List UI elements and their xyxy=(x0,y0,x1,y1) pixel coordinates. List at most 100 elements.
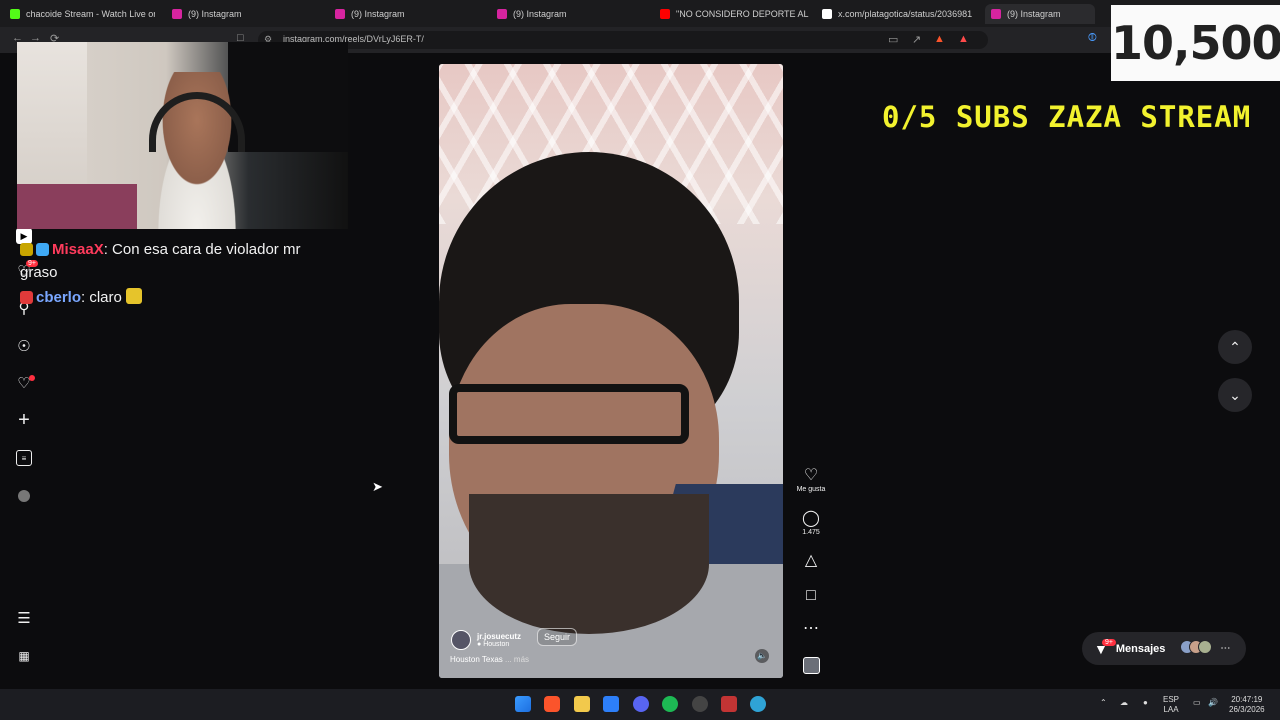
messages-badge: 9+ xyxy=(1102,639,1116,646)
address-bar[interactable]: ⚙ instagram.com/reels/DVrLyJ6ER-T/ ▭ ↗ ▲… xyxy=(258,31,988,49)
chat-message: MisaaX: Con esa cara de violador mr gras… xyxy=(20,238,340,284)
audio-thumbnail[interactable] xyxy=(803,657,820,674)
ccleaner-icon[interactable] xyxy=(750,696,766,712)
previous-reel-button[interactable]: ⌃ xyxy=(1218,330,1252,364)
tab-title: (9) Instagram xyxy=(188,9,242,19)
like-button[interactable]: ♡ Me gusta xyxy=(795,467,827,493)
tab-favicon-icon xyxy=(335,9,345,19)
stream-chat: MisaaX: Con esa cara de violador mr gras… xyxy=(20,238,340,311)
streamer-webcam xyxy=(17,42,348,229)
menu-icon[interactable]: ☰ xyxy=(16,610,32,627)
tab-title: (9) Instagram xyxy=(1007,9,1061,19)
tab-favicon-icon xyxy=(660,9,670,19)
tab-title: (9) Instagram xyxy=(351,9,405,19)
chat-username[interactable]: MisaaX xyxy=(52,241,104,258)
clock-date: 26/3/2026 xyxy=(1229,705,1265,714)
browser-tab-bar: chacoide Stream - Watch Live on (9) Insta… xyxy=(0,0,1280,27)
browser-tab[interactable]: "NO CONSIDERO DEPORTE AL BOXE xyxy=(660,4,810,24)
browser-tab[interactable]: (9) Instagram xyxy=(985,4,1095,24)
subs-goal-banner: 0/5 SUBS ZAZA STREAM xyxy=(882,100,1252,134)
share-icon[interactable]: ↗ xyxy=(912,33,921,46)
chat-message: cberlo: claro xyxy=(20,286,340,309)
discord-icon[interactable] xyxy=(633,696,649,712)
comment-button[interactable]: ◯ 1.475 xyxy=(795,510,827,536)
explore-icon[interactable]: ☉ xyxy=(16,338,32,355)
file-explorer-icon[interactable] xyxy=(574,696,590,712)
browser-tab[interactable]: (9) Instagram xyxy=(172,4,312,24)
browser-tab[interactable]: (9) Instagram xyxy=(497,4,637,24)
spotify-icon[interactable] xyxy=(662,696,678,712)
brave-browser-icon[interactable] xyxy=(544,696,560,712)
brave-shield-icon[interactable]: ▲ xyxy=(934,33,945,45)
chat-username[interactable]: cberlo xyxy=(36,289,81,306)
dashboard-icon[interactable]: ≡ xyxy=(16,450,32,466)
emote-icon xyxy=(126,288,143,304)
tab-favicon-icon xyxy=(822,9,832,19)
microphone-icon[interactable]: ● xyxy=(1143,698,1148,708)
reel-username[interactable]: jr.josuecutz xyxy=(477,632,521,641)
reel-video[interactable]: jr.josuecutz ● Houston Seguir Houston Te… xyxy=(439,64,783,678)
save-button[interactable]: □ xyxy=(795,587,827,605)
tab-title: x.com/platagotica/status/20369811 xyxy=(838,9,972,19)
messages-label: Mensajes xyxy=(1115,642,1166,655)
heart-icon: ♡ xyxy=(803,467,819,484)
chat-badge-icon xyxy=(20,243,33,256)
profile-avatar[interactable] xyxy=(16,488,32,504)
windows-start-icon[interactable] xyxy=(515,696,531,712)
reel-subject-glasses xyxy=(449,384,689,444)
clock-time: 20:47:19 xyxy=(1231,695,1263,704)
language-indicator[interactable]: ESP LAA xyxy=(1163,695,1179,715)
extension-icon[interactable]: ⦷ xyxy=(1088,32,1097,45)
tab-title: chacoide Stream - Watch Live on xyxy=(26,9,155,19)
tab-title: "NO CONSIDERO DEPORTE AL BOXE xyxy=(676,9,810,19)
messages-button[interactable]: ▼ Mensajes ⋯ xyxy=(1082,632,1246,665)
windows-taskbar: ⌃ ☁ ● ESP LAA ▭ 🔊 20:47:19 26/3/2026 xyxy=(0,689,1280,720)
comment-icon: ◯ xyxy=(802,510,820,527)
mouse-cursor-icon: ➤ xyxy=(372,479,383,494)
tab-favicon-icon xyxy=(10,9,20,19)
webcam-background-bed xyxy=(17,184,137,229)
next-reel-button[interactable]: ⌄ xyxy=(1218,378,1252,412)
bing-icon[interactable] xyxy=(603,696,619,712)
cloud-icon[interactable]: ☁ xyxy=(1120,698,1128,708)
more-apps-icon[interactable]: ▦ xyxy=(16,648,32,664)
volume-icon[interactable]: 🔊 xyxy=(1208,698,1218,708)
more-dots-icon: ⋯ xyxy=(803,620,819,637)
tab-favicon-icon xyxy=(991,9,1001,19)
activity-dot xyxy=(29,375,35,381)
chat-text: : claro xyxy=(81,289,122,306)
language-code: ESP xyxy=(1163,695,1180,704)
reel-subject-beard xyxy=(469,494,709,634)
stream-counter: 10,500 xyxy=(1111,5,1280,81)
follow-button[interactable]: Seguir xyxy=(537,628,578,646)
reel-caption-more[interactable]: ... más xyxy=(505,655,529,664)
share-button[interactable]: △ xyxy=(795,552,827,570)
tab-title: (9) Instagram xyxy=(513,9,567,19)
send-icon: △ xyxy=(804,552,818,569)
streaming-app-icon[interactable] xyxy=(721,696,737,712)
create-plus-icon[interactable]: + xyxy=(16,409,32,431)
chevron-down-icon: ⌄ xyxy=(1229,387,1241,403)
mute-icon[interactable]: 🔈 xyxy=(755,649,769,663)
clock[interactable]: 20:47:19 26/3/2026 xyxy=(1229,695,1265,715)
tab-favicon-icon xyxy=(497,9,507,19)
reel-caption: Houston Texas ... más xyxy=(450,655,529,664)
keyboard-layout: LAA xyxy=(1163,705,1179,714)
reel-author[interactable]: jr.josuecutz ● Houston xyxy=(451,630,521,650)
reel-author-avatar[interactable] xyxy=(451,630,471,650)
bookmark-icon: □ xyxy=(806,587,816,604)
chat-badge-icon xyxy=(20,291,33,304)
more-dots-icon: ⋯ xyxy=(1220,643,1231,654)
browser-tab[interactable]: chacoide Stream - Watch Live on xyxy=(10,4,155,24)
more-options-button[interactable]: ⋯ xyxy=(795,620,827,638)
brave-rewards-icon[interactable]: ▲ xyxy=(958,33,969,45)
display-icon[interactable]: ▭ xyxy=(1193,698,1201,708)
cast-icon[interactable]: ▭ xyxy=(888,33,898,46)
comment-count: 1.475 xyxy=(802,529,820,536)
browser-tab[interactable]: (9) Instagram xyxy=(335,4,475,24)
reel-location[interactable]: Houston xyxy=(483,641,509,648)
tray-chevron-icon[interactable]: ⌃ xyxy=(1100,698,1107,708)
browser-tab[interactable]: x.com/platagotica/status/20369811 xyxy=(822,4,972,24)
chevron-up-icon: ⌃ xyxy=(1229,339,1241,355)
obs-icon[interactable] xyxy=(692,696,708,712)
